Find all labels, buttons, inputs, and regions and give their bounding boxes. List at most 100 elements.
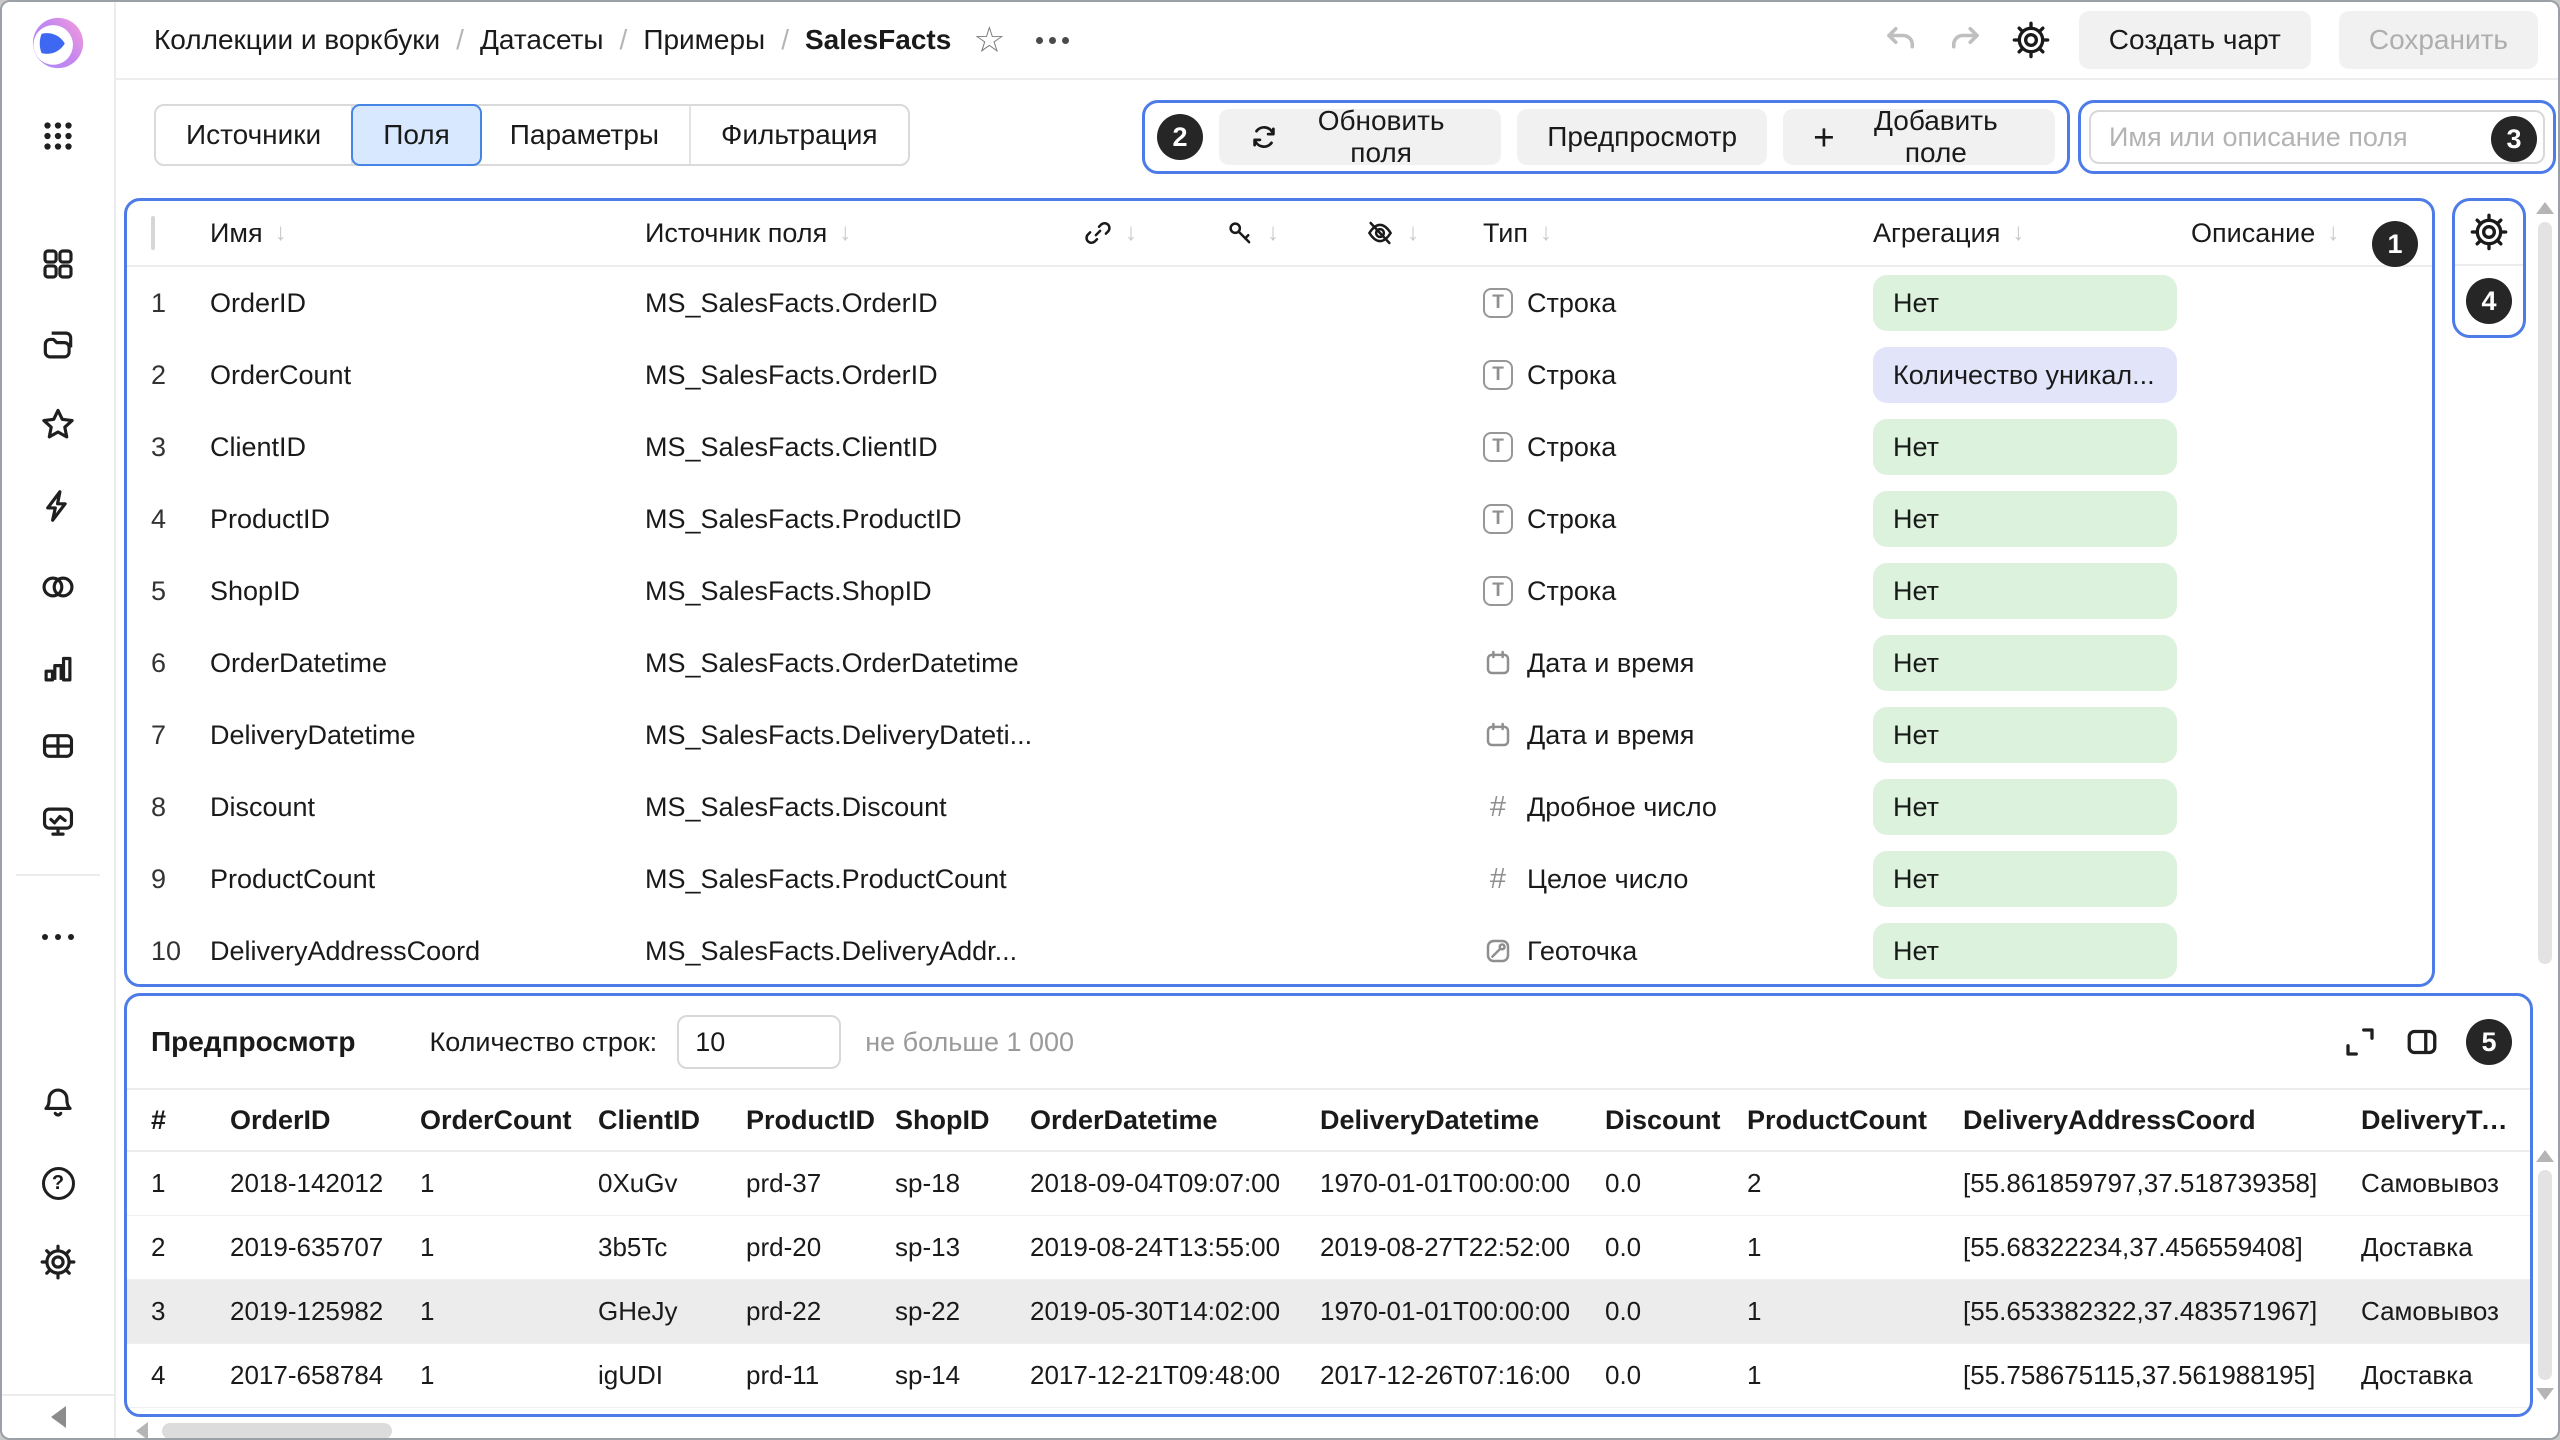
key-icon bbox=[1225, 218, 1255, 248]
sort-icon[interactable]: ↓ bbox=[839, 221, 851, 245]
field-row[interactable]: 8 Discount MS_SalesFacts.Discount T # bbox=[127, 771, 2432, 843]
aggregation-select[interactable]: Нет bbox=[1873, 491, 2177, 547]
field-type-label: Целое число bbox=[1527, 864, 1688, 895]
create-chart-button[interactable]: Создать чарт bbox=[2079, 11, 2311, 69]
workbooks-icon[interactable] bbox=[2, 326, 114, 364]
dashboards-icon[interactable] bbox=[2, 727, 114, 765]
field-source: MS_SalesFacts.ShopID bbox=[645, 576, 1083, 607]
help-icon[interactable]: ? bbox=[2, 1167, 114, 1200]
preview-row[interactable]: 3 2019-125982 1 GHeJy prd-22 sp-22 2019-… bbox=[127, 1280, 2530, 1344]
editor-monitor-icon[interactable] bbox=[2, 802, 114, 840]
panel-divider bbox=[2455, 264, 2523, 266]
preview-cell: 2017-12-26T07:16:00 bbox=[1320, 1360, 1605, 1391]
sort-icon[interactable]: ↓ bbox=[2327, 221, 2339, 245]
aggregation-select[interactable]: Нет bbox=[1873, 851, 2177, 907]
more-icon[interactable] bbox=[2, 918, 114, 956]
aggregation-select[interactable]: Нет bbox=[1873, 635, 2177, 691]
breadcrumb-datasets[interactable]: Датасеты bbox=[480, 24, 604, 56]
field-type-label: Строка bbox=[1527, 576, 1616, 607]
field-name: OrderDatetime bbox=[210, 648, 645, 679]
preview-cell: GHeJy bbox=[598, 1296, 746, 1327]
undo-icon[interactable] bbox=[1883, 22, 1919, 58]
charts-icon[interactable] bbox=[2, 649, 114, 687]
table-settings-gear-icon[interactable] bbox=[2469, 212, 2509, 252]
refresh-fields-button[interactable]: Обновить поля bbox=[1219, 109, 1501, 165]
preview-layout-icon[interactable] bbox=[2404, 1024, 2440, 1060]
preview-toggle-button[interactable]: Предпросмотр bbox=[1517, 109, 1767, 165]
field-search-group: 3 bbox=[2078, 100, 2556, 174]
breadcrumb-examples[interactable]: Примеры bbox=[643, 24, 765, 56]
field-row[interactable]: 2 OrderCount MS_SalesFacts.OrderID T # bbox=[127, 339, 2432, 411]
redo-icon[interactable] bbox=[1947, 22, 1983, 58]
dataset-settings-gear-icon[interactable] bbox=[2011, 20, 2051, 60]
aggregation-select[interactable]: Нет bbox=[1873, 707, 2177, 763]
column-header-hidden[interactable]: ↓ bbox=[1365, 218, 1483, 248]
tab-parameters[interactable]: Параметры bbox=[480, 106, 691, 164]
tab-filtering[interactable]: Фильтрация bbox=[691, 106, 907, 164]
field-row[interactable]: 10 DeliveryAddressCoord MS_SalesFacts.De… bbox=[127, 915, 2432, 987]
more-menu-icon[interactable] bbox=[1036, 37, 1069, 44]
datalens-logo[interactable] bbox=[29, 14, 87, 72]
column-header-type[interactable]: Тип ↓ bbox=[1483, 218, 1873, 249]
aggregation-select[interactable]: Нет bbox=[1873, 419, 2177, 475]
sort-icon[interactable]: ↓ bbox=[2012, 221, 2024, 245]
column-header-name[interactable]: Имя ↓ bbox=[210, 218, 645, 249]
expand-preview-icon[interactable] bbox=[2342, 1024, 2378, 1060]
datasets-icon[interactable] bbox=[2, 568, 114, 606]
sort-icon[interactable]: ↓ bbox=[1125, 221, 1137, 245]
connections-icon[interactable] bbox=[2, 487, 114, 525]
preview-cell: 2017-12-21T09:48:00 bbox=[1030, 1360, 1320, 1391]
sort-icon[interactable]: ↓ bbox=[1407, 221, 1419, 245]
top-bar: Коллекции и воркбуки / Датасеты / Пример… bbox=[114, 2, 2560, 80]
field-type-label: Строка bbox=[1527, 288, 1616, 319]
column-header-source[interactable]: Источник поля ↓ bbox=[645, 218, 1083, 249]
collections-icon[interactable] bbox=[2, 245, 114, 283]
preview-row[interactable]: 4 2017-658784 1 igUDI prd-11 sp-14 2017-… bbox=[127, 1344, 2530, 1408]
notifications-bell-icon[interactable] bbox=[2, 1085, 114, 1123]
aggregation-select[interactable]: Количество уникал... bbox=[1873, 347, 2177, 403]
field-row[interactable]: 3 ClientID MS_SalesFacts.ClientID T # bbox=[127, 411, 2432, 483]
field-row[interactable]: 1 OrderID MS_SalesFacts.OrderID T # bbox=[127, 267, 2432, 339]
tab-sources[interactable]: Источники bbox=[156, 106, 353, 164]
settings-gear-icon[interactable] bbox=[2, 1243, 114, 1281]
field-source: MS_SalesFacts.DeliveryDateti... bbox=[645, 720, 1083, 751]
field-row[interactable]: 6 OrderDatetime MS_SalesFacts.OrderDatet… bbox=[127, 627, 2432, 699]
fields-scrollbar[interactable] bbox=[2536, 202, 2554, 988]
preview-row[interactable]: 2 2019-635707 1 3b5Tc prd-20 sp-13 2019-… bbox=[127, 1216, 2530, 1280]
aggregation-select[interactable]: Нет bbox=[1873, 779, 2177, 835]
field-row[interactable]: 4 ProductID MS_SalesFacts.ProductID T # bbox=[127, 483, 2432, 555]
preview-scrollbar[interactable] bbox=[2536, 1150, 2554, 1422]
favorite-star-icon[interactable]: ☆ bbox=[973, 22, 1005, 58]
column-header-aggregation[interactable]: Агрегация ↓ bbox=[1873, 218, 2191, 249]
field-row[interactable]: 5 ShopID MS_SalesFacts.ShopID T # bbox=[127, 555, 2432, 627]
preview-row[interactable]: 1 2018-142012 1 0XuGv prd-37 sp-18 2018-… bbox=[127, 1152, 2530, 1216]
field-row[interactable]: 7 DeliveryDatetime MS_SalesFacts.Deliver… bbox=[127, 699, 2432, 771]
horizontal-scroll-thumb[interactable] bbox=[162, 1423, 392, 1439]
field-search-input[interactable] bbox=[2089, 110, 2545, 164]
breadcrumb-collections[interactable]: Коллекции и воркбуки bbox=[154, 24, 440, 56]
field-row[interactable]: 9 ProductCount MS_SalesFacts.ProductCoun… bbox=[127, 843, 2432, 915]
aggregation-select[interactable]: Нет bbox=[1873, 275, 2177, 331]
scroll-left-arrow-icon[interactable] bbox=[136, 1422, 148, 1440]
row-count-input[interactable] bbox=[677, 1015, 841, 1069]
field-type-icon: T # bbox=[1483, 720, 1513, 750]
column-header-key[interactable]: ↓ bbox=[1225, 218, 1365, 248]
sort-icon[interactable]: ↓ bbox=[275, 221, 287, 245]
aggregation-select[interactable]: Нет bbox=[1873, 563, 2177, 619]
save-button[interactable]: Сохранить bbox=[2339, 11, 2538, 69]
column-header-link[interactable]: ↓ bbox=[1083, 218, 1225, 248]
fields-toolbar-group: 2 Обновить поля Предпросмотр + Добавить … bbox=[1142, 100, 2070, 174]
sort-icon[interactable]: ↓ bbox=[1267, 221, 1279, 245]
collapse-sidebar-icon[interactable] bbox=[2, 1406, 114, 1428]
add-field-button[interactable]: + Добавить поле bbox=[1783, 109, 2055, 165]
sort-icon[interactable]: ↓ bbox=[1540, 221, 1552, 245]
preview-cell: 0.0 bbox=[1605, 1360, 1747, 1391]
sidebar-divider bbox=[16, 874, 100, 876]
favorites-star-icon[interactable] bbox=[2, 406, 114, 444]
apps-grid-icon[interactable] bbox=[2, 118, 114, 154]
select-all-checkbox[interactable] bbox=[151, 216, 155, 250]
aggregation-select[interactable]: Нет bbox=[1873, 923, 2177, 979]
preview-cell: 3b5Tc bbox=[598, 1232, 746, 1263]
preview-horizontal-scrollbar[interactable] bbox=[136, 1422, 392, 1440]
tab-fields[interactable]: Поля bbox=[351, 104, 482, 166]
